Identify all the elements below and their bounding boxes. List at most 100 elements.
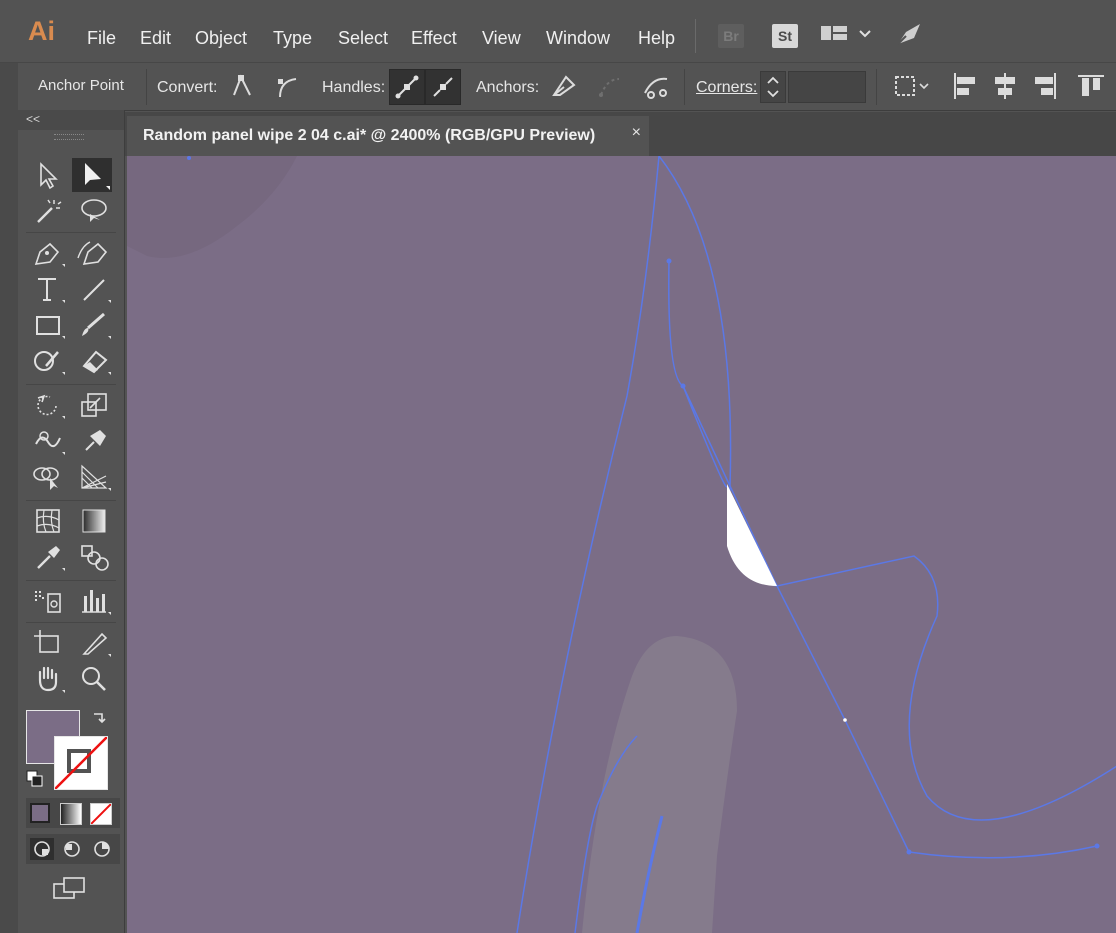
corners-stepper[interactable] <box>760 71 786 103</box>
menu-object[interactable]: Object <box>195 28 247 49</box>
illustrator-logo: Ai <box>28 16 55 46</box>
show-handles-button[interactable] <box>389 69 425 105</box>
color-button[interactable] <box>30 803 50 823</box>
none-slash-icon <box>55 737 107 789</box>
stepper-arrows-icon <box>767 76 779 98</box>
bridge-button[interactable]: Br <box>718 24 744 48</box>
remove-anchor-icon[interactable] <box>546 69 580 103</box>
selected-fill-shape <box>727 484 777 586</box>
eraser-tool-icon[interactable] <box>76 344 112 378</box>
anchor-point[interactable] <box>187 156 191 160</box>
tool-group-separator <box>26 232 116 233</box>
anchor-point[interactable] <box>843 718 847 722</box>
menu-file[interactable]: File <box>87 28 116 49</box>
change-screen-mode-icon[interactable] <box>52 874 88 902</box>
close-tab-icon[interactable]: × <box>632 124 641 142</box>
blend-tool-icon[interactable] <box>76 540 112 574</box>
type-tool-icon[interactable] <box>30 272 66 306</box>
left-collapsed-strip <box>0 63 18 933</box>
selection-tool-icon[interactable] <box>30 158 66 192</box>
stroke-swatch[interactable] <box>54 736 108 790</box>
collapse-panel-button[interactable]: << <box>26 112 40 126</box>
handles-label: Handles: <box>322 79 386 96</box>
shape-builder-tool-icon[interactable] <box>30 460 66 494</box>
document-tab-title: Random panel wipe 2 04 c.ai* @ 2400% (RG… <box>143 127 596 144</box>
direct-selection-tool-icon[interactable] <box>72 158 112 192</box>
menu-window[interactable]: Window <box>546 28 610 49</box>
magic-wand-tool-icon[interactable] <box>30 194 66 228</box>
hand-tool-icon[interactable] <box>30 662 66 696</box>
none-button[interactable] <box>90 803 112 825</box>
anchor-point[interactable] <box>906 849 912 855</box>
align-right-icon[interactable] <box>1028 69 1062 103</box>
convert-label: Convert: <box>157 79 218 96</box>
tools-panel: << <box>18 110 125 933</box>
swap-fill-stroke-icon[interactable] <box>90 708 108 726</box>
scale-tool-icon[interactable] <box>76 388 112 422</box>
control-separator <box>876 69 877 105</box>
anchor-point[interactable] <box>680 383 686 389</box>
cut-path-icon[interactable] <box>639 69 673 103</box>
lasso-tool-icon[interactable] <box>76 194 112 228</box>
color-mode-group <box>26 798 120 828</box>
artboard-tool-icon[interactable] <box>30 626 66 660</box>
none-icon <box>91 804 111 824</box>
rectangle-tool-icon[interactable] <box>30 308 66 342</box>
stock-button[interactable]: St <box>772 24 798 48</box>
slice-tool-icon[interactable] <box>76 626 112 660</box>
workspace-switcher-icon[interactable] <box>820 24 876 46</box>
convert-to-corner-icon[interactable] <box>224 69 258 103</box>
background-shape <box>127 156 297 258</box>
tool-group-separator <box>26 384 116 385</box>
gradient-button[interactable] <box>60 803 82 825</box>
convert-to-smooth-icon[interactable] <box>270 69 304 103</box>
menu-bar: Ai File Edit Object Type Select Effect V… <box>0 0 1116 63</box>
menu-help[interactable]: Help <box>638 28 675 49</box>
document-tab[interactable]: Random panel wipe 2 04 c.ai* @ 2400% (RG… <box>127 116 649 158</box>
curvature-tool-icon[interactable] <box>76 236 112 270</box>
hide-handles-icon <box>433 77 453 97</box>
tool-group-separator <box>26 580 116 581</box>
menu-edit[interactable]: Edit <box>140 28 171 49</box>
gradient-tool-icon[interactable] <box>76 504 112 538</box>
puppet-warp-tool-icon[interactable] <box>76 424 112 458</box>
align-to-selection-icon[interactable] <box>890 69 934 103</box>
menu-view[interactable]: View <box>482 28 521 49</box>
selected-path <box>908 845 1098 859</box>
eyedropper-tool-icon[interactable] <box>30 540 66 574</box>
corners-label[interactable]: Corners: <box>696 79 757 97</box>
warp-tool-icon[interactable] <box>30 424 66 458</box>
draw-inside-icon[interactable] <box>90 838 114 860</box>
tool-group-separator <box>26 622 116 623</box>
control-separator <box>684 69 685 105</box>
perspective-grid-tool-icon[interactable] <box>76 460 112 494</box>
symbol-sprayer-tool-icon[interactable] <box>30 584 66 618</box>
anchor-point[interactable] <box>1094 843 1100 849</box>
draw-behind-icon[interactable] <box>60 838 84 860</box>
column-graph-tool-icon[interactable] <box>76 584 112 618</box>
artboard-canvas[interactable] <box>127 156 1116 933</box>
mesh-tool-icon[interactable] <box>30 504 66 538</box>
align-top-icon[interactable] <box>1074 69 1108 103</box>
menu-select[interactable]: Select <box>338 28 388 49</box>
rotate-tool-icon[interactable] <box>30 388 66 422</box>
default-fill-stroke-icon[interactable] <box>26 770 44 788</box>
gpu-performance-icon[interactable] <box>894 20 924 50</box>
line-segment-tool-icon[interactable] <box>76 272 112 306</box>
menu-divider <box>695 19 696 53</box>
anchor-point[interactable] <box>666 258 672 264</box>
control-bar-title: Anchor Point <box>38 77 124 94</box>
menu-type[interactable]: Type <box>273 28 312 49</box>
hide-handles-button[interactable] <box>425 69 461 105</box>
pen-tool-icon[interactable] <box>30 236 66 270</box>
align-left-icon[interactable] <box>948 69 982 103</box>
panel-grip[interactable] <box>54 134 84 140</box>
menu-effect[interactable]: Effect <box>411 28 457 49</box>
draw-mode-group <box>26 834 120 864</box>
align-horizontal-center-icon[interactable] <box>988 69 1022 103</box>
paintbrush-tool-icon[interactable] <box>76 308 112 342</box>
zoom-tool-icon[interactable] <box>76 662 112 696</box>
corners-input[interactable] <box>788 71 866 103</box>
draw-normal-icon[interactable] <box>30 838 54 860</box>
shaper-tool-icon[interactable] <box>30 344 66 378</box>
